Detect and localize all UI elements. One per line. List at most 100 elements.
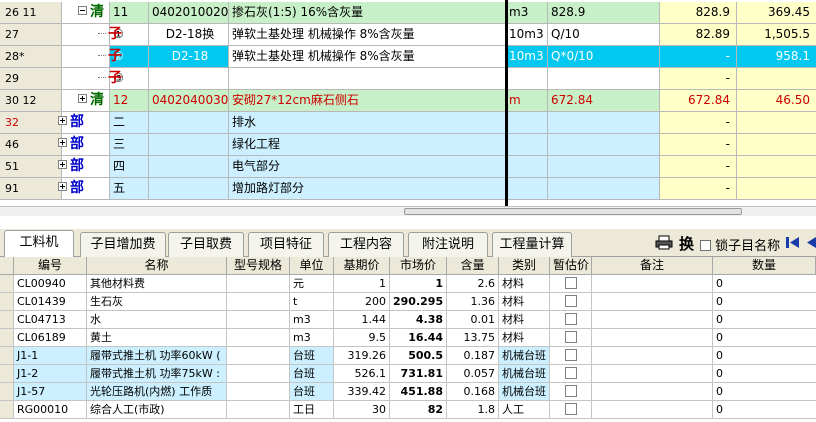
header-amount[interactable]: 数量 <box>713 257 816 274</box>
item-unit-price[interactable]: 369.45 <box>737 2 816 23</box>
resource-spec[interactable] <box>227 311 290 328</box>
resource-amount[interactable]: 0 <box>713 293 816 310</box>
resource-amount[interactable]: 0 <box>713 347 816 364</box>
tab-item-features[interactable]: 项目特征 <box>248 232 324 257</box>
resource-code[interactable]: RG00010 <box>14 401 87 418</box>
upper-grid-row[interactable]: 30 1212040204003008安砌27*12cm麻石侧石m672.846… <box>0 90 816 112</box>
expand-icon[interactable] <box>78 94 87 103</box>
printer-icon[interactable] <box>655 235 673 254</box>
item-unit[interactable]: 10m3 <box>506 24 548 45</box>
item-quantity-expression[interactable] <box>548 68 660 89</box>
item-name[interactable]: 弹软土基处理 机械操作 8%含灰量 <box>229 24 506 45</box>
item-name[interactable] <box>229 68 506 89</box>
item-unit[interactable] <box>506 68 548 89</box>
resource-content[interactable]: 0.057 <box>447 365 499 382</box>
first-record-icon[interactable] <box>786 237 800 252</box>
resource-code[interactable]: CL06189 <box>14 329 87 346</box>
item-number[interactable]: 12 <box>110 90 149 111</box>
item-unit-price[interactable] <box>737 134 816 155</box>
tree-node[interactable]: 子 <box>98 46 122 67</box>
resource-spec[interactable] <box>227 329 290 346</box>
upper-grid-row[interactable]: 91 五 增加路灯部分 - 部 <box>0 178 816 200</box>
row-indicator[interactable] <box>0 401 14 418</box>
resource-unit[interactable]: m3 <box>290 329 334 346</box>
tree-node[interactable]: 子 <box>98 24 122 45</box>
item-unit[interactable] <box>506 178 548 199</box>
provisional-price-checkbox[interactable] <box>564 385 577 397</box>
upper-grid-row[interactable]: 28* ② D2-18 弹软土基处理 机械操作 8%含灰量 10m3 Q*0/10-958… <box>0 46 816 68</box>
tab-labor-material-machine[interactable]: 工料机 <box>4 230 74 258</box>
upper-grid-row[interactable]: 27 ① D2-18换 弹软土基处理 机械操作 8%含灰量 10m3 Q/10 82.89 1… <box>0 24 816 46</box>
header-spec[interactable]: 型号规格 <box>227 257 290 274</box>
resource-content[interactable]: 13.75 <box>447 329 499 346</box>
upper-grid-row[interactable]: 51 四 电气部分 - 部 <box>0 156 816 178</box>
resource-market-price[interactable]: 451.88 <box>390 383 447 400</box>
provisional-price-checkbox[interactable] <box>564 295 577 307</box>
item-unit[interactable]: m3 <box>506 2 548 23</box>
item-unit[interactable] <box>506 134 548 155</box>
resource-market-price[interactable]: 1 <box>390 275 447 292</box>
resource-name[interactable]: 生石灰 <box>87 293 227 310</box>
resource-unit[interactable]: t <box>290 293 334 310</box>
resource-amount[interactable]: 0 <box>713 275 816 292</box>
item-unit-price[interactable]: 1,505.5 <box>737 24 816 45</box>
item-code[interactable]: 040201002001 <box>149 2 229 23</box>
resource-market-price[interactable]: 16.44 <box>390 329 447 346</box>
tree-node[interactable]: 部 <box>58 134 84 155</box>
row-indicator[interactable] <box>0 275 14 292</box>
resource-type[interactable]: 机械台班 <box>499 383 550 400</box>
resource-type[interactable]: 材料 <box>499 293 550 310</box>
resource-name[interactable]: 其他材料费 <box>87 275 227 292</box>
resource-unit[interactable]: m3 <box>290 311 334 328</box>
resource-name[interactable]: 履带式推土机 功率75kW : <box>87 365 227 382</box>
resource-market-price[interactable]: 4.38 <box>390 311 447 328</box>
resource-type[interactable]: 材料 <box>499 275 550 292</box>
item-quantity-expression[interactable]: Q*0/10 <box>548 46 660 67</box>
item-unit[interactable]: m <box>506 90 548 111</box>
item-number[interactable]: 三 <box>110 134 149 155</box>
item-number[interactable]: 四 <box>110 156 149 177</box>
tab-work-content[interactable]: 工程内容 <box>328 232 404 257</box>
resource-code[interactable]: J1-57 <box>14 383 87 400</box>
horizontal-scrollbar[interactable] <box>0 206 816 216</box>
upper-grid-row[interactable]: 29 ③ - 子 <box>0 68 816 90</box>
tab-item-fees[interactable]: 子目取费 <box>168 232 244 257</box>
resource-row[interactable]: CL00940 其他材料费元 1 1 2.6 材料 0 <box>0 275 816 293</box>
header-content[interactable]: 含量 <box>447 257 499 274</box>
resource-base-price[interactable]: 1.44 <box>334 311 390 328</box>
item-unit-price[interactable] <box>737 68 816 89</box>
row-indicator[interactable] <box>0 383 14 400</box>
resource-spec[interactable] <box>227 365 290 382</box>
resource-row[interactable]: CL04713 水 m3 1.44 4.38 0.01 材料 0 <box>0 311 816 329</box>
item-code[interactable] <box>149 134 229 155</box>
resource-row[interactable]: CL01439 生石灰 t 200 290.295 1.36 材料 0 <box>0 293 816 311</box>
resource-type[interactable]: 人工 <box>499 401 550 418</box>
header-type[interactable]: 类别 <box>499 257 550 274</box>
resource-base-price[interactable]: 319.26 <box>334 347 390 364</box>
item-name[interactable]: 排水 <box>229 112 506 133</box>
resource-row[interactable]: J1-1 履带式推土机 功率60kW (台班 319.26 500.5 0.187 机械台… <box>0 347 816 365</box>
item-quantity-expression[interactable] <box>548 156 660 177</box>
item-name[interactable]: 安砌27*12cm麻石侧石 <box>229 90 506 111</box>
resource-unit[interactable]: 台班 <box>290 347 334 364</box>
tree-node[interactable]: 子 <box>98 68 122 89</box>
item-quantity[interactable]: 82.89 <box>660 24 737 45</box>
resource-market-price[interactable]: 82 <box>390 401 447 418</box>
row-indicator[interactable] <box>0 329 14 346</box>
resource-code[interactable]: J1-2 <box>14 365 87 382</box>
resource-code[interactable]: CL01439 <box>14 293 87 310</box>
expand-icon[interactable] <box>58 138 67 147</box>
resource-spec[interactable] <box>227 347 290 364</box>
tab-item-surcharge[interactable]: 子目增加费 <box>80 232 166 257</box>
item-quantity[interactable]: - <box>660 156 737 177</box>
item-unit-price[interactable] <box>737 178 816 199</box>
header-name[interactable]: 名称 <box>87 257 227 274</box>
item-quantity-expression[interactable] <box>548 134 660 155</box>
resource-unit[interactable]: 台班 <box>290 365 334 382</box>
row-indicator[interactable] <box>0 347 14 364</box>
header-unit[interactable]: 单位 <box>290 257 334 274</box>
tree-node[interactable]: 部 <box>58 112 84 133</box>
resource-remark[interactable] <box>592 401 713 418</box>
item-code[interactable] <box>149 178 229 199</box>
item-name[interactable]: 绿化工程 <box>229 134 506 155</box>
